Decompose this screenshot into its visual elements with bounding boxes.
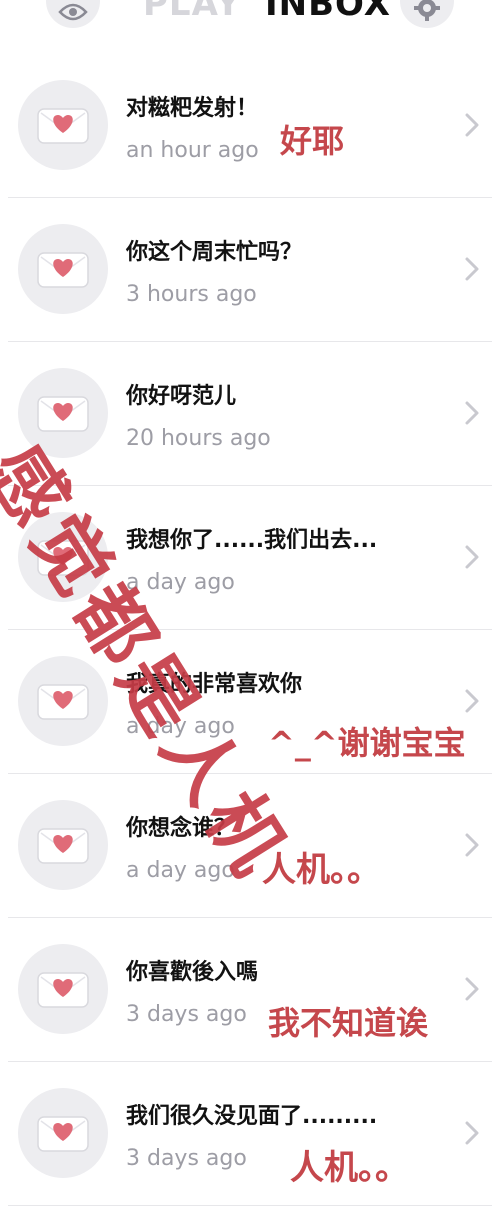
chevron-right-icon — [465, 401, 479, 425]
message-avatar — [18, 1088, 108, 1178]
eye-icon — [58, 3, 88, 21]
settings-button[interactable] — [400, 0, 454, 28]
chevron-right-icon — [465, 689, 479, 713]
message-time: 3 days ago — [126, 1146, 247, 1171]
annotation-row5: ^_^谢谢宝宝 — [268, 724, 466, 762]
chevron-right-icon — [465, 545, 479, 569]
chevron-right-icon — [465, 113, 479, 137]
tab-inbox[interactable]: INBOX — [265, 0, 391, 24]
envelope-heart-icon — [37, 828, 89, 864]
chevron-right-icon — [465, 833, 479, 857]
message-title: 我们很久没见面了......... — [126, 1104, 378, 1129]
annotation-row8: 人机。。 — [290, 1148, 409, 1188]
message-time: 3 days ago — [126, 1002, 247, 1027]
message-row[interactable]: 你这个周末忙吗？ 3 hours ago — [0, 198, 500, 342]
annotation-row7: 我不知道诶 — [268, 1004, 429, 1042]
message-row[interactable]: 对糍粑发射！ an hour ago — [0, 54, 500, 198]
chevron-right-icon — [465, 257, 479, 281]
chevron-right-icon — [465, 1121, 479, 1145]
message-row[interactable]: 我们很久没见面了......... 3 days ago — [0, 1062, 500, 1206]
message-time: 20 hours ago — [126, 426, 271, 451]
annotation-row1: 好耶 — [280, 122, 345, 160]
envelope-heart-icon — [37, 108, 89, 144]
envelope-heart-icon — [37, 1116, 89, 1152]
message-avatar — [18, 80, 108, 170]
message-time: an hour ago — [126, 138, 259, 163]
message-avatar — [18, 224, 108, 314]
message-avatar — [18, 800, 108, 890]
envelope-heart-icon — [37, 252, 89, 288]
message-title: 对糍粑发射！ — [126, 96, 259, 121]
message-title: 你喜歡後入嗎 — [126, 960, 259, 985]
eye-button[interactable] — [46, 0, 100, 28]
gear-icon — [414, 0, 440, 21]
message-time: 3 hours ago — [126, 282, 257, 307]
tab-play[interactable]: PLAY — [143, 0, 241, 24]
message-title: 你好呀范儿 — [126, 384, 237, 409]
envelope-heart-icon — [37, 684, 89, 720]
message-title: 我想你了......我们出去... — [126, 528, 378, 553]
message-title: 你这个周末忙吗？ — [126, 240, 303, 265]
chevron-right-icon — [465, 977, 479, 1001]
envelope-heart-icon — [37, 972, 89, 1008]
message-avatar — [18, 944, 108, 1034]
header: PLAY INBOX — [0, 0, 500, 40]
